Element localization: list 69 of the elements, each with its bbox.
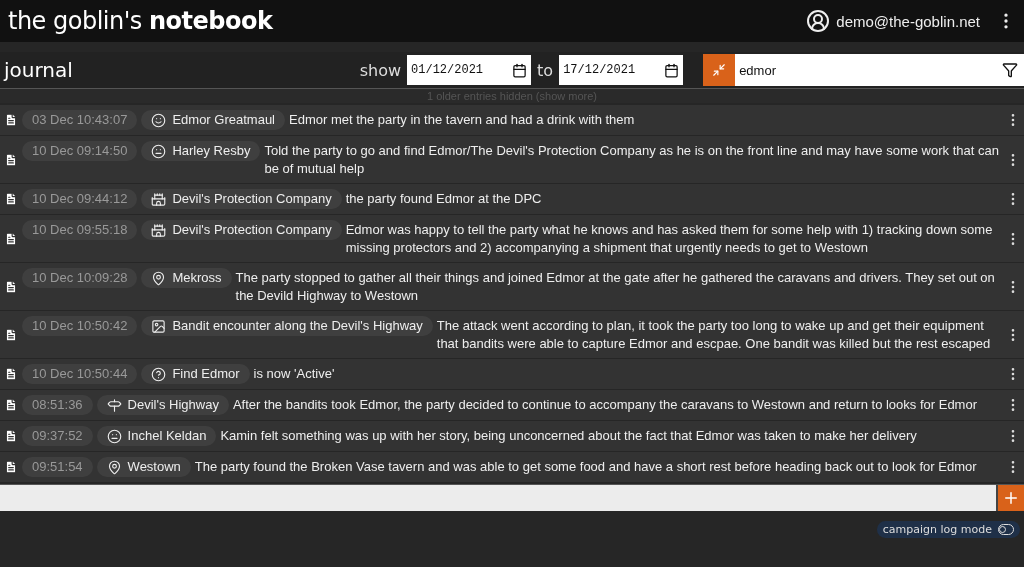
user-email: demo@the-goblin.net [836,12,980,30]
smiley-icon [151,112,167,128]
entry-time: 08:51:36 [22,395,93,415]
entry-tag[interactable]: Harley Resby [141,141,261,161]
new-entry-field[interactable] [0,485,996,511]
campaign-log-toggle[interactable]: campaign log mode [876,521,1020,538]
signpost-icon [106,397,122,413]
add-button[interactable] [996,485,1024,511]
entry-text: The party found the Broken Vase tavern and was able to get some food and have a short rest before heading back out to look for Edmor [194,458,978,476]
search-box[interactable]: edmor [735,54,1024,86]
entry-tag[interactable]: Devil's Highway [96,395,229,415]
note-icon [4,327,18,342]
entry-text: Edmor was happy to tell the party what he knows and has asked them for some help with 1) tracking down some missing protectors and 2) accompanying a shipment that urgently needs to get to Westown [345,221,994,257]
calendar-icon[interactable] [664,62,680,78]
filter-icon[interactable] [1002,62,1018,78]
image-icon [151,318,167,334]
entry-text: Kamin felt something was up with her story, being unconcerned about the fact that Edmor was taken to make her delivery [220,427,918,445]
page-title: journal [4,58,73,82]
user-icon [806,9,831,33]
entry-tag[interactable]: Westown [96,457,191,477]
calendar-icon[interactable] [512,62,528,78]
neutral-face-icon [106,428,122,444]
search-field[interactable]: edmor [737,61,1002,79]
entry-tag[interactable]: Bandit encounter along the Devil's Highway [141,316,433,336]
entry-time: 10 Dec 10:09:28 [22,268,138,288]
to-label: to [537,60,554,80]
entry-tag[interactable]: Edmor Greatmaul [141,110,285,130]
plus-icon [1002,489,1020,507]
entry-time: 10 Dec 09:14:50 [22,141,138,161]
entry-text: is now 'Active' [253,365,336,383]
collapse-button[interactable] [703,54,736,86]
entry-tag[interactable]: Devil's Protection Company [141,189,342,209]
castle-icon [151,222,167,238]
neutral-face-icon [151,143,167,159]
entry-tag[interactable]: Devil's Protection Company [141,220,342,240]
entry-text: After the bandits took Edmor, the party decided to continue to accompany the caravans to Westown and return to looks for Edmor [232,396,978,414]
from-date-field[interactable]: 01/12/2021 [407,55,532,85]
question-icon [151,366,167,382]
entry-text: the party found Edmor at the DPC [345,190,543,208]
note-icon [4,279,18,294]
entry-time: 10 Dec 09:44:12 [22,189,138,209]
entry-time: 03 Dec 10:43:07 [22,110,138,130]
note-icon [4,192,18,206]
collapse-icon [712,63,727,77]
note-icon [4,152,18,167]
app-logo: the goblin's notebook [8,7,273,35]
entry-text: Told the party to go and find Edmor/The Devil's Protection Company as he is on the front line and may have some work that can be of mutual help [264,142,1000,178]
note-icon [4,398,18,412]
note-icon [4,113,18,127]
show-label: show [359,60,402,80]
pin-icon [151,270,167,286]
entry-tag[interactable]: Find Edmor [141,364,250,384]
entry-text: Edmor met the party in the tavern and had a drink with them [289,111,636,129]
note-icon [4,231,18,246]
entry-time: 10 Dec 09:55:18 [22,220,138,240]
note-icon [4,429,18,443]
entry-time: 10 Dec 10:50:44 [22,364,138,384]
castle-icon [151,191,167,207]
entry-time: 09:37:52 [22,426,93,446]
entry-text: The attack went according to plan, it took the party too long to wake up and get their equipment that bandits were able to capture Edmor and escpae. One bandit was killed but the rest escaped [436,317,992,353]
pin-icon [106,459,122,475]
note-icon [4,367,18,381]
entry-text: The party stopped to gather all their things and joined Edmor at the gate after he gathered the caravans and drivers. They set out on the Devild Highway to Westown [235,269,996,305]
entry-tag[interactable]: Inchel Keldan [96,426,217,446]
entry-time: 09:51:54 [22,457,93,477]
note-icon [4,460,18,474]
to-date-field[interactable]: 17/12/2021 [559,55,684,85]
entry-tag[interactable]: Mekross [141,268,232,288]
entry-time: 10 Dec 10:50:42 [22,316,138,336]
